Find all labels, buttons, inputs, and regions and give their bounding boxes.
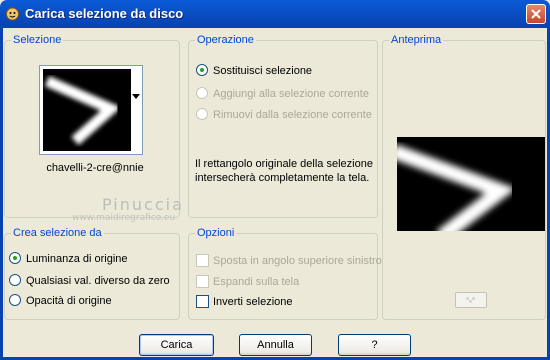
close-button[interactable] <box>526 4 546 24</box>
group-selezione: Selezione chavelli-2-cre@nnie <box>4 34 180 218</box>
cancel-button[interactable]: Annulla <box>239 334 312 356</box>
operation-info-text: Il rettangolo originale della selezione … <box>195 158 373 184</box>
title-bar[interactable]: Carica selezione da disco <box>0 0 550 28</box>
radio-button[interactable] <box>196 108 208 120</box>
radio-label: Opacità di origine <box>26 295 112 307</box>
selection-shape <box>44 75 122 146</box>
checkbox[interactable] <box>196 295 209 308</box>
selection-file-name: chavelli-2-cre@nnie <box>46 162 144 174</box>
close-icon <box>531 9 541 19</box>
help-button[interactable]: ? <box>338 334 411 356</box>
legend-opzioni: Opzioni <box>195 227 237 239</box>
radio-label: Rimuovi dalla selezione corrente <box>213 109 372 121</box>
watermark-site: www.maidiregrafico.eu <box>72 213 176 223</box>
legend-anteprima: Anteprima <box>389 34 444 46</box>
preview-zoom-button[interactable] <box>455 292 487 308</box>
group-crea-selezione: Crea selezione da Luminanza di origine Q… <box>4 227 180 320</box>
watermark-name: Pinuccia <box>102 195 184 214</box>
checkbox-label: Inverti selezione <box>213 296 293 308</box>
radio-button[interactable] <box>196 64 208 76</box>
preview-image <box>397 137 545 231</box>
window-title: Carica selezione da disco <box>25 6 184 21</box>
legend-crea-selezione: Crea selezione da <box>11 227 104 239</box>
preview-shape <box>397 144 517 231</box>
checkbox-label: Sposta in angolo superiore sinistro <box>213 255 382 267</box>
selection-thumbnail <box>43 69 131 151</box>
load-button[interactable]: Carica <box>139 334 214 356</box>
legend-operazione: Operazione <box>195 34 256 46</box>
checkbox[interactable] <box>196 254 209 267</box>
group-operazione: Operazione Sostituisci selezione Aggiung… <box>188 34 378 218</box>
selection-thumbnail-dropdown[interactable] <box>39 65 143 155</box>
radio-button[interactable] <box>196 87 208 99</box>
radio-button[interactable] <box>9 294 21 306</box>
group-anteprima: Anteprima <box>382 34 546 320</box>
radio-label: Aggiungi alla selezione corrente <box>213 88 369 100</box>
radio-label: Qualsiasi val. diverso da zero <box>26 275 170 287</box>
radio-button[interactable] <box>9 274 21 286</box>
radio-label: Sostituisci selezione <box>213 65 313 77</box>
app-icon <box>6 7 19 21</box>
checker-icon <box>466 297 475 303</box>
radio-button[interactable] <box>9 252 21 264</box>
radio-label: Luminanza di origine <box>26 253 128 265</box>
dropdown-arrow-icon <box>132 94 140 99</box>
checkbox-label: Espandi sulla tela <box>213 276 300 288</box>
group-opzioni: Opzioni Sposta in angolo superiore sinis… <box>188 227 382 320</box>
checkbox[interactable] <box>196 275 209 288</box>
legend-selezione: Selezione <box>11 34 64 46</box>
